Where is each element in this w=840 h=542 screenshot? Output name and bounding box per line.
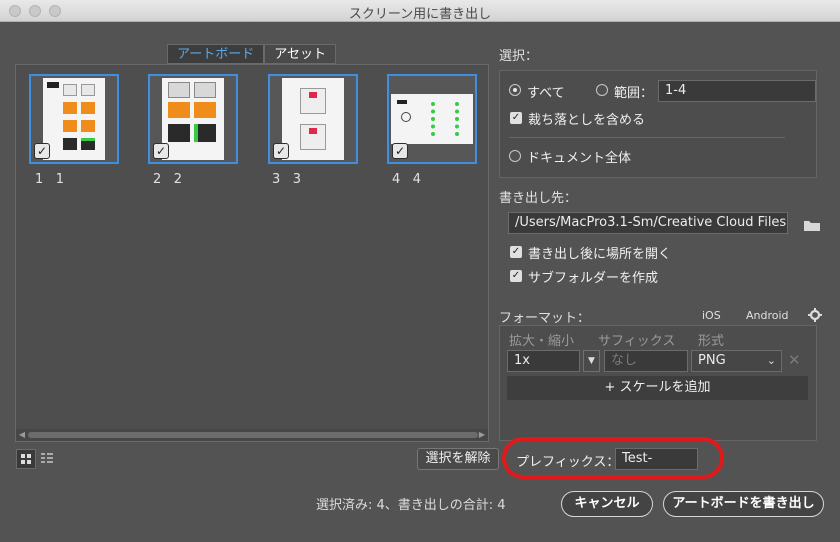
highlight-annotation-ring: [502, 437, 724, 479]
export-artboards-button[interactable]: アートボードを書き出し: [663, 491, 824, 517]
open-after-export-checkbox[interactable]: ✓: [510, 246, 522, 258]
artboard-1-checkbox[interactable]: ✓: [34, 143, 50, 159]
radio-range-label: 範囲：: [614, 86, 654, 101]
artboard-thumbnail-3[interactable]: ✓: [268, 74, 358, 164]
tab-artboard[interactable]: アートボード: [167, 44, 265, 64]
artboard-2-label: 2 2: [153, 172, 182, 187]
format-select-value: PNG: [698, 353, 726, 368]
export-status-text: 選択済み: 4、書き出しの合計: 4: [316, 498, 506, 513]
window-titlebar: スクリーン用に書き出し: [0, 0, 840, 22]
add-scale-button[interactable]: + スケールを追加: [507, 376, 808, 400]
format-column-header: 形式: [698, 334, 725, 349]
artboard-horizontal-scrollbar[interactable]: ◀ ▶: [16, 429, 488, 441]
cancel-button[interactable]: キャンセル: [561, 491, 653, 517]
artboard-1-label: 1 1: [35, 172, 64, 187]
list-view-icon: [41, 453, 53, 463]
artboard-preview: [282, 78, 344, 160]
open-after-export-label: 書き出し後に場所を開く: [528, 247, 672, 262]
artboard-thumbnail-1[interactable]: ✓: [29, 74, 119, 164]
scale-dropdown-chevron-down-icon[interactable]: ▼: [583, 350, 600, 372]
format-section-label: フォーマット：: [499, 311, 591, 326]
artboard-thumbnail-2[interactable]: ✓: [148, 74, 238, 164]
include-bleed-label: 裁ち落としを含める: [528, 113, 646, 128]
grid-view-icon: [21, 454, 31, 464]
export-to-section-label: 書き出し先：: [499, 191, 578, 206]
scale-column-header: 拡大・縮小: [509, 334, 575, 349]
create-subfolders-label: サブフォルダーを作成: [528, 271, 659, 286]
suffix-input[interactable]: なし: [604, 350, 688, 372]
suffix-column-header: サフィックス: [598, 334, 676, 349]
create-subfolders-checkbox[interactable]: ✓: [510, 270, 522, 282]
selection-divider: [509, 137, 785, 138]
artboard-thumbnail-4[interactable]: ✓: [387, 74, 477, 164]
tab-bar: アートボード アセット: [167, 44, 336, 64]
artboard-preview: [391, 94, 473, 144]
ios-preset-button[interactable]: iOS: [702, 309, 721, 322]
artboard-3-checkbox[interactable]: ✓: [273, 143, 289, 159]
window-title: スクリーン用に書き出し: [348, 7, 492, 22]
chevron-down-icon: ⌄: [766, 354, 776, 367]
radio-whole-document-label: ドキュメント全体: [527, 151, 632, 166]
gear-icon[interactable]: [808, 308, 822, 322]
artboard-4-label: 4 4: [392, 172, 421, 187]
radio-whole-document[interactable]: [509, 150, 521, 162]
radio-all-label: すべて: [527, 86, 565, 101]
artboard-3-label: 3 3: [272, 172, 301, 187]
deselect-button[interactable]: 選択を解除: [417, 448, 499, 470]
export-path-field[interactable]: /Users/MacPro3.1-Sm/Creative Cloud Files: [508, 212, 788, 234]
scroll-right-icon[interactable]: ▶: [477, 429, 487, 441]
scrollbar-thumb[interactable]: [28, 432, 478, 438]
range-input[interactable]: 1-4: [658, 80, 816, 102]
list-view-button[interactable]: [38, 449, 58, 469]
scale-input[interactable]: 1x: [507, 350, 580, 372]
artboard-2-checkbox[interactable]: ✓: [153, 143, 169, 159]
artboard-preview: [162, 78, 224, 160]
radio-all[interactable]: [509, 84, 521, 96]
scroll-left-icon[interactable]: ◀: [17, 429, 27, 441]
radio-range[interactable]: [596, 84, 608, 96]
remove-scale-close-icon[interactable]: ✕: [788, 351, 801, 369]
include-bleed-checkbox[interactable]: ✓: [510, 112, 522, 124]
grid-view-button[interactable]: [16, 449, 36, 469]
format-select[interactable]: PNG ⌄: [691, 350, 782, 372]
selection-section-label: 選択：: [499, 49, 539, 64]
artboard-preview: [43, 78, 105, 160]
tab-asset[interactable]: アセット: [264, 44, 336, 64]
android-preset-button[interactable]: Android: [746, 309, 789, 322]
artboard-4-checkbox[interactable]: ✓: [392, 143, 408, 159]
folder-icon[interactable]: [803, 218, 821, 232]
